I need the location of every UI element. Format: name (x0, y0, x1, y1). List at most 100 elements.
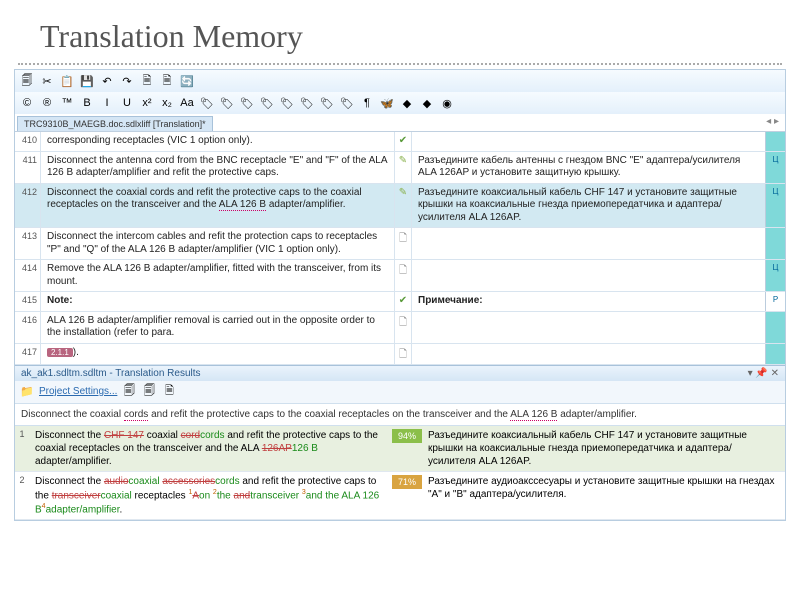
pin-icon[interactable]: ▾ 📌 ✕ (748, 368, 779, 379)
toolbar-icon[interactable]: I (99, 95, 115, 111)
match-target: Разъедините коаксиальный кабель CHF 147 … (422, 426, 785, 471)
results-title: ak_ak1.sdltm.sdltm - Translation Results (21, 368, 742, 379)
document-tab[interactable]: TRC9310B_MAEGB.doc.sdlxliff [Translation… (17, 116, 213, 131)
status-icon[interactable]: 🗋 (394, 228, 412, 259)
toolbar-icon[interactable]: x₂ (159, 95, 175, 111)
toolbar-icon[interactable]: 💾 (79, 73, 95, 89)
toolbar-icon[interactable]: ↶ (99, 73, 115, 89)
segment-row[interactable]: 410corresponding receptacles (VIC 1 opti… (15, 132, 785, 152)
toolbar-icon[interactable]: ™ (59, 95, 75, 111)
segment-number: 416 (15, 312, 41, 343)
segment-number: 411 (15, 152, 41, 183)
segment-row[interactable]: 413Disconnect the intercom cables and re… (15, 228, 785, 260)
target-cell[interactable] (412, 260, 765, 291)
format-toolbar: ©®™BIUx²x₂Aa🏷🏷🏷🏷🏷🏷🏷🏷¶🦋◆◆◉ (15, 92, 785, 114)
segment-status (765, 312, 785, 343)
match-source: Disconnect the CHF 147 coaxial cordcords… (29, 426, 392, 471)
toolbar-icon[interactable]: U (119, 95, 135, 111)
segment-row[interactable]: 4172.1.1).🗋 (15, 344, 785, 365)
target-cell[interactable] (412, 344, 765, 364)
toolbar-icon[interactable]: ✂ (39, 73, 55, 89)
target-cell[interactable]: Разъедините кабель антенны с гнездом BNC… (412, 152, 765, 183)
match-number: 1 (15, 426, 29, 471)
status-icon[interactable]: ✔ (394, 292, 412, 311)
segment-row[interactable]: 412Disconnect the coaxial cords and refi… (15, 184, 785, 229)
segment-row[interactable]: 414Remove the ALA 126 B adapter/amplifie… (15, 260, 785, 292)
toolbar-icon[interactable]: 🏷 (259, 95, 275, 111)
segment-status (765, 132, 785, 151)
segment-number: 412 (15, 184, 41, 228)
toolbar-icon[interactable]: ® (39, 95, 55, 111)
target-cell[interactable]: Разъедините коаксиальный кабель CHF 147 … (412, 184, 765, 228)
source-cell[interactable]: Remove the ALA 126 B adapter/amplifier, … (41, 260, 394, 291)
segment-row[interactable]: 415Note:✔Примечание:P (15, 292, 785, 312)
target-cell[interactable]: Примечание: (412, 292, 765, 311)
match-percentage: 94% (392, 429, 422, 443)
toolbar-icon[interactable]: 🏷 (319, 95, 335, 111)
tm-icon-1[interactable]: 🗐 (121, 384, 137, 400)
toolbar-icon[interactable]: 🦋 (379, 95, 395, 111)
target-cell[interactable] (412, 312, 765, 343)
source-cell[interactable]: corresponding receptacles (VIC 1 option … (41, 132, 394, 151)
toolbar-icon[interactable]: ¶ (359, 95, 375, 111)
toolbar-icon[interactable]: 🏷 (339, 95, 355, 111)
toolbar-icon[interactable]: 📋 (59, 73, 75, 89)
toolbar-icon[interactable]: B (79, 95, 95, 111)
results-panel-header[interactable]: ak_ak1.sdltm.sdltm - Translation Results… (15, 365, 785, 381)
target-cell[interactable] (412, 132, 765, 151)
status-icon[interactable]: ✎ (394, 152, 412, 183)
tm-icon-2[interactable]: 🗐 (141, 384, 157, 400)
status-icon[interactable]: 🗋 (394, 260, 412, 291)
status-icon[interactable]: ✎ (394, 184, 412, 228)
toolbar-icon[interactable]: 🗎 (139, 73, 155, 89)
toolbar-icon[interactable]: ◉ (439, 95, 455, 111)
match-percentage: 71% (392, 475, 422, 489)
results-toolbar: 📁 Project Settings... 🗐 🗐 🗎 (15, 381, 785, 404)
toolbar-icon[interactable]: 🔄 (179, 73, 195, 89)
tm-match-row[interactable]: 2Disconnect the audiocoaxial accessories… (15, 472, 785, 521)
tm-matches: 1Disconnect the CHF 147 coaxial cordcord… (15, 426, 785, 521)
segment-status: Ц (765, 152, 785, 183)
source-cell[interactable]: ALA 126 B adapter/amplifier removal is c… (41, 312, 394, 343)
segment-status: Ц (765, 260, 785, 291)
project-icon[interactable]: 📁 (19, 384, 35, 400)
source-cell[interactable]: Note: (41, 292, 394, 311)
toolbar-icon[interactable]: 🏷 (199, 95, 215, 111)
scroll-arrows[interactable]: ◂ ▸ (760, 114, 785, 129)
toolbar-icon[interactable]: ↷ (119, 73, 135, 89)
divider (18, 63, 782, 65)
toolbar-icon[interactable]: 🗎 (159, 73, 175, 89)
toolbar-icon[interactable]: x² (139, 95, 155, 111)
segment-row[interactable]: 411Disconnect the antenna cord from the … (15, 152, 785, 184)
status-icon[interactable]: ✔ (394, 132, 412, 151)
page-title: Translation Memory (0, 0, 800, 63)
segment-number: 415 (15, 292, 41, 311)
toolbar-icon[interactable]: © (19, 95, 35, 111)
toolbar-icon[interactable]: 🗐 (19, 73, 35, 89)
segment-number: 417 (15, 344, 41, 364)
project-settings-link[interactable]: Project Settings... (39, 386, 117, 397)
status-icon[interactable]: 🗋 (394, 344, 412, 364)
status-icon[interactable]: 🗋 (394, 312, 412, 343)
cat-tool-window: 🗐✂📋💾↶↷🗎🗎🔄 ©®™BIUx²x₂Aa🏷🏷🏷🏷🏷🏷🏷🏷¶🦋◆◆◉ TRC9… (14, 69, 786, 521)
segment-row[interactable]: 416ALA 126 B adapter/amplifier removal i… (15, 312, 785, 344)
source-cell[interactable]: Disconnect the antenna cord from the BNC… (41, 152, 394, 183)
segment-number: 410 (15, 132, 41, 151)
source-cell[interactable]: 2.1.1). (41, 344, 394, 364)
tm-icon-3[interactable]: 🗎 (161, 384, 177, 400)
toolbar-icon[interactable]: 🏷 (219, 95, 235, 111)
toolbar-icon[interactable]: ◆ (419, 95, 435, 111)
toolbar-icon[interactable]: 🏷 (299, 95, 315, 111)
toolbar-icon[interactable]: ◆ (399, 95, 415, 111)
target-cell[interactable] (412, 228, 765, 259)
source-cell[interactable]: Disconnect the intercom cables and refit… (41, 228, 394, 259)
match-source: Disconnect the audiocoaxial accessoriesc… (29, 472, 392, 520)
toolbar-icon[interactable]: 🏷 (279, 95, 295, 111)
segment-status (765, 344, 785, 364)
tm-match-row[interactable]: 1Disconnect the CHF 147 coaxial cordcord… (15, 426, 785, 472)
toolbar-icon[interactable]: Aa (179, 95, 195, 111)
main-toolbar: 🗐✂📋💾↶↷🗎🗎🔄 (15, 70, 785, 92)
source-cell[interactable]: Disconnect the coaxial cords and refit t… (41, 184, 394, 228)
segment-number: 413 (15, 228, 41, 259)
toolbar-icon[interactable]: 🏷 (239, 95, 255, 111)
